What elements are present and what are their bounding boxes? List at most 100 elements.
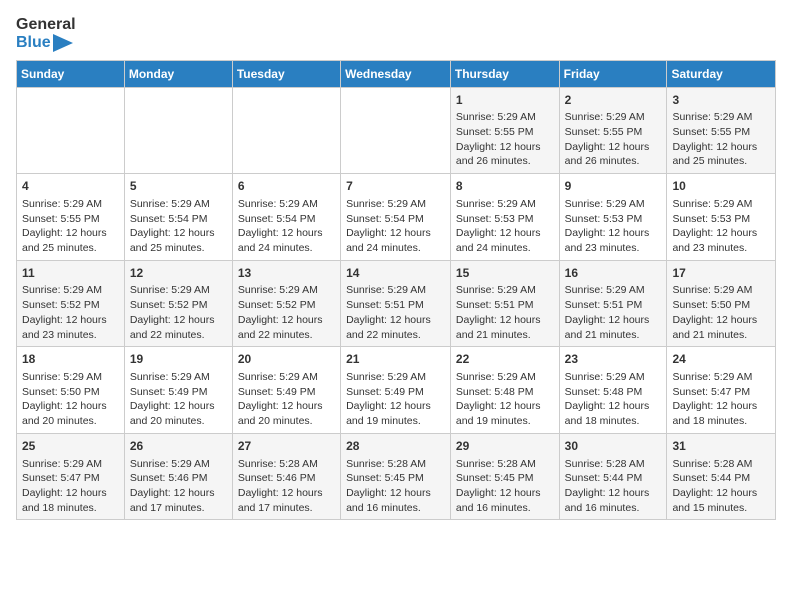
day-cell: 13 Sunrise: 5:29 AM Sunset: 5:52 PM Dayli…: [232, 260, 340, 347]
day-info: Sunrise: 5:29 AM Sunset: 5:46 PM Dayligh…: [130, 458, 215, 514]
day-cell: 19 Sunrise: 5:29 AM Sunset: 5:49 PM Dayli…: [124, 347, 232, 434]
day-cell: 24 Sunrise: 5:29 AM Sunset: 5:47 PM Dayli…: [667, 347, 776, 434]
day-cell: 26Sunrise: 5:29 AM Sunset: 5:46 PM Dayli…: [124, 433, 232, 520]
day-info: Sunrise: 5:28 AM Sunset: 5:44 PM Dayligh…: [672, 458, 757, 514]
day-number: 31: [672, 438, 770, 455]
day-number: 16: [565, 265, 662, 282]
day-info: Sunrise: 5:28 AM Sunset: 5:46 PM Dayligh…: [238, 458, 323, 514]
col-header-friday: Friday: [559, 60, 667, 87]
day-number: 4: [22, 178, 119, 195]
day-number: 5: [130, 178, 227, 195]
day-info: Sunrise: 5:29 AM Sunset: 5:53 PM Dayligh…: [456, 198, 541, 254]
day-info: Sunrise: 5:29 AM Sunset: 5:49 PM Dayligh…: [238, 371, 323, 427]
day-cell: 23 Sunrise: 5:29 AM Sunset: 5:48 PM Dayli…: [559, 347, 667, 434]
day-info: Sunrise: 5:29 AM Sunset: 5:47 PM Dayligh…: [672, 371, 757, 427]
day-cell: 2Sunrise: 5:29 AM Sunset: 5:55 PM Daylig…: [559, 87, 667, 174]
day-cell: 29 Sunrise: 5:28 AM Sunset: 5:45 PM Dayli…: [450, 433, 559, 520]
day-cell: 7Sunrise: 5:29 AM Sunset: 5:54 PM Daylig…: [341, 174, 451, 261]
day-number: 21: [346, 351, 445, 368]
logo-general: General: [16, 16, 76, 34]
day-number: 3: [672, 92, 770, 109]
day-cell: 1 Sunrise: 5:29 AM Sunset: 5:55 PM Daylig…: [450, 87, 559, 174]
day-number: 25: [22, 438, 119, 455]
day-number: 20: [238, 351, 335, 368]
col-header-monday: Monday: [124, 60, 232, 87]
week-row-3: 11 Sunrise: 5:29 AM Sunset: 5:52 PM Dayli…: [17, 260, 776, 347]
day-info: Sunrise: 5:29 AM Sunset: 5:47 PM Dayligh…: [22, 458, 107, 514]
day-cell: [341, 87, 451, 174]
day-number: 6: [238, 178, 335, 195]
day-cell: 18Sunrise: 5:29 AM Sunset: 5:50 PM Dayli…: [17, 347, 125, 434]
day-cell: 28 Sunrise: 5:28 AM Sunset: 5:45 PM Dayli…: [341, 433, 451, 520]
day-info: Sunrise: 5:29 AM Sunset: 5:55 PM Dayligh…: [22, 198, 107, 254]
day-info: Sunrise: 5:29 AM Sunset: 5:49 PM Dayligh…: [130, 371, 215, 427]
day-info: Sunrise: 5:29 AM Sunset: 5:50 PM Dayligh…: [672, 284, 757, 340]
week-row-1: 1 Sunrise: 5:29 AM Sunset: 5:55 PM Daylig…: [17, 87, 776, 174]
day-number: 15: [456, 265, 554, 282]
day-cell: 8 Sunrise: 5:29 AM Sunset: 5:53 PM Daylig…: [450, 174, 559, 261]
day-info: Sunrise: 5:29 AM Sunset: 5:54 PM Dayligh…: [238, 198, 323, 254]
day-number: 24: [672, 351, 770, 368]
logo-text: General Blue: [16, 16, 76, 52]
week-row-4: 18Sunrise: 5:29 AM Sunset: 5:50 PM Dayli…: [17, 347, 776, 434]
day-cell: 17 Sunrise: 5:29 AM Sunset: 5:50 PM Dayli…: [667, 260, 776, 347]
day-number: 23: [565, 351, 662, 368]
day-cell: 21 Sunrise: 5:29 AM Sunset: 5:49 PM Dayli…: [341, 347, 451, 434]
day-number: 28: [346, 438, 445, 455]
day-info: Sunrise: 5:29 AM Sunset: 5:52 PM Dayligh…: [22, 284, 107, 340]
day-number: 1: [456, 92, 554, 109]
day-number: 12: [130, 265, 227, 282]
day-number: 18: [22, 351, 119, 368]
day-info: Sunrise: 5:29 AM Sunset: 5:51 PM Dayligh…: [565, 284, 650, 340]
day-number: 30: [565, 438, 662, 455]
day-number: 8: [456, 178, 554, 195]
calendar-table: SundayMondayTuesdayWednesdayThursdayFrid…: [16, 60, 776, 521]
day-cell: 3 Sunrise: 5:29 AM Sunset: 5:55 PM Daylig…: [667, 87, 776, 174]
day-info: Sunrise: 5:29 AM Sunset: 5:53 PM Dayligh…: [565, 198, 650, 254]
day-info: Sunrise: 5:29 AM Sunset: 5:55 PM Dayligh…: [565, 111, 650, 167]
day-cell: 14Sunrise: 5:29 AM Sunset: 5:51 PM Dayli…: [341, 260, 451, 347]
day-info: Sunrise: 5:29 AM Sunset: 5:51 PM Dayligh…: [346, 284, 431, 340]
day-info: Sunrise: 5:29 AM Sunset: 5:48 PM Dayligh…: [565, 371, 650, 427]
day-info: Sunrise: 5:29 AM Sunset: 5:55 PM Dayligh…: [456, 111, 541, 167]
day-cell: 30 Sunrise: 5:28 AM Sunset: 5:44 PM Dayli…: [559, 433, 667, 520]
day-cell: 22Sunrise: 5:29 AM Sunset: 5:48 PM Dayli…: [450, 347, 559, 434]
day-info: Sunrise: 5:29 AM Sunset: 5:51 PM Dayligh…: [456, 284, 541, 340]
day-info: Sunrise: 5:28 AM Sunset: 5:44 PM Dayligh…: [565, 458, 650, 514]
col-header-wednesday: Wednesday: [341, 60, 451, 87]
day-cell: [124, 87, 232, 174]
day-cell: 12 Sunrise: 5:29 AM Sunset: 5:52 PM Dayli…: [124, 260, 232, 347]
day-number: 11: [22, 265, 119, 282]
day-number: 7: [346, 178, 445, 195]
col-header-saturday: Saturday: [667, 60, 776, 87]
day-info: Sunrise: 5:29 AM Sunset: 5:53 PM Dayligh…: [672, 198, 757, 254]
day-number: 13: [238, 265, 335, 282]
day-number: 19: [130, 351, 227, 368]
day-cell: 5Sunrise: 5:29 AM Sunset: 5:54 PM Daylig…: [124, 174, 232, 261]
col-header-tuesday: Tuesday: [232, 60, 340, 87]
week-row-2: 4 Sunrise: 5:29 AM Sunset: 5:55 PM Daylig…: [17, 174, 776, 261]
header-row: SundayMondayTuesdayWednesdayThursdayFrid…: [17, 60, 776, 87]
logo-arrow-icon: [53, 34, 73, 52]
day-info: Sunrise: 5:29 AM Sunset: 5:52 PM Dayligh…: [130, 284, 215, 340]
week-row-5: 25 Sunrise: 5:29 AM Sunset: 5:47 PM Dayli…: [17, 433, 776, 520]
day-info: Sunrise: 5:28 AM Sunset: 5:45 PM Dayligh…: [346, 458, 431, 514]
day-number: 29: [456, 438, 554, 455]
day-info: Sunrise: 5:28 AM Sunset: 5:45 PM Dayligh…: [456, 458, 541, 514]
logo-blue: Blue: [16, 34, 76, 52]
day-cell: 31 Sunrise: 5:28 AM Sunset: 5:44 PM Dayli…: [667, 433, 776, 520]
day-cell: [17, 87, 125, 174]
day-cell: 16 Sunrise: 5:29 AM Sunset: 5:51 PM Dayli…: [559, 260, 667, 347]
col-header-thursday: Thursday: [450, 60, 559, 87]
day-cell: 25 Sunrise: 5:29 AM Sunset: 5:47 PM Dayli…: [17, 433, 125, 520]
day-number: 10: [672, 178, 770, 195]
day-number: 9: [565, 178, 662, 195]
day-number: 17: [672, 265, 770, 282]
day-cell: 6 Sunrise: 5:29 AM Sunset: 5:54 PM Daylig…: [232, 174, 340, 261]
day-info: Sunrise: 5:29 AM Sunset: 5:55 PM Dayligh…: [672, 111, 757, 167]
day-cell: 15 Sunrise: 5:29 AM Sunset: 5:51 PM Dayli…: [450, 260, 559, 347]
day-info: Sunrise: 5:29 AM Sunset: 5:48 PM Dayligh…: [456, 371, 541, 427]
day-info: Sunrise: 5:29 AM Sunset: 5:52 PM Dayligh…: [238, 284, 323, 340]
page-header: General Blue: [16, 16, 776, 52]
day-info: Sunrise: 5:29 AM Sunset: 5:49 PM Dayligh…: [346, 371, 431, 427]
